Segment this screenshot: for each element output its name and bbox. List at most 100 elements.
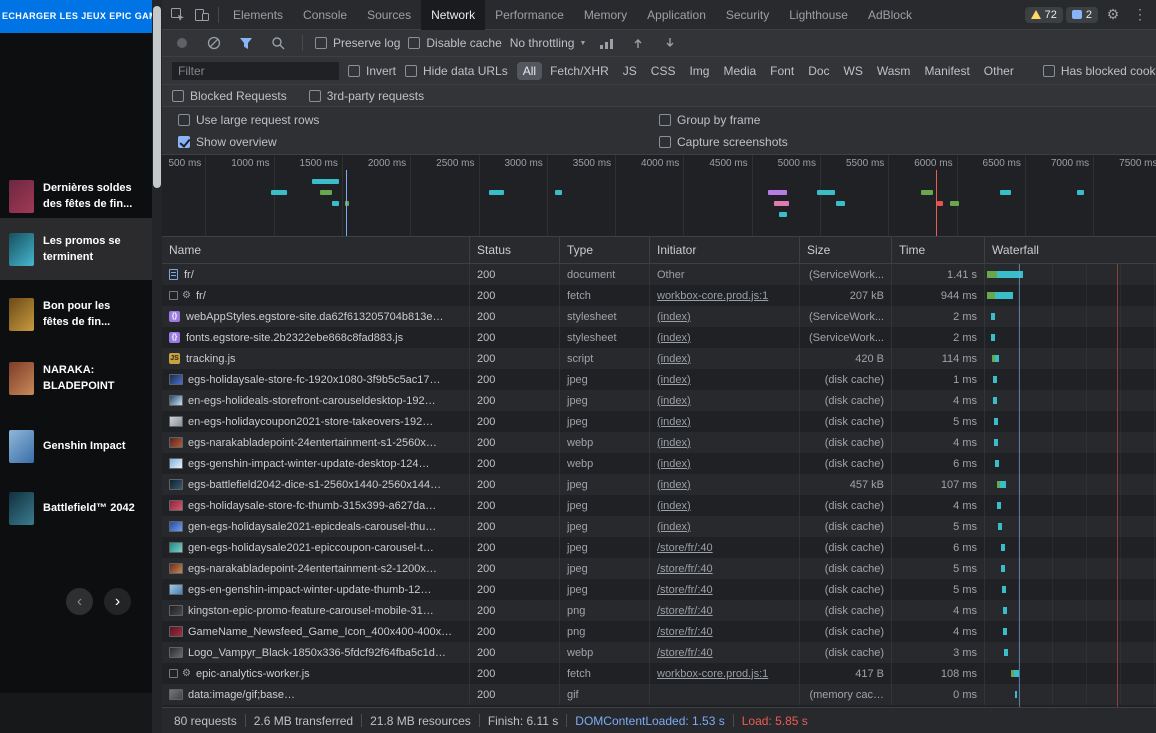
network-request-row[interactable]: gen-egs-holidaysale2021-epiccoupon-carou… [162,537,1156,558]
request-initiator[interactable]: /store/fr/:40 [657,542,713,554]
invert-checkbox[interactable]: Invert [348,64,396,78]
filter-category-doc[interactable]: Doc [802,62,835,80]
network-request-row[interactable]: kingston-epic-promo-feature-carousel-mob… [162,600,1156,621]
network-request-row[interactable]: en-egs-holideals-storefront-carouseldesk… [162,390,1156,411]
filter-category-manifest[interactable]: Manifest [918,62,975,80]
tab-sources[interactable]: Sources [357,0,421,30]
column-header-size[interactable]: Size [800,237,892,263]
hide-data-urls-checkbox[interactable]: Hide data URLs [405,64,508,78]
network-conditions-icon[interactable] [594,31,618,55]
request-initiator[interactable]: workbox-core.prod.js:1 [657,290,768,302]
column-header-initiator[interactable]: Initiator [650,237,800,263]
network-request-row[interactable]: data:image/gif;base…200gif(memory cac…0 … [162,684,1156,705]
request-initiator[interactable]: (index) [657,479,691,491]
show-overview-checkbox[interactable]: Show overview [178,135,659,149]
request-initiator[interactable]: /store/fr/:40 [657,626,713,638]
network-request-row[interactable]: egs-holidaysale-store-fc-thumb-315x399-a… [162,495,1156,516]
column-header-name[interactable]: Name [162,237,470,263]
filter-category-fetch-xhr[interactable]: Fetch/XHR [544,62,615,80]
featured-game-item[interactable]: Battlefield™ 2042 [0,486,152,530]
tab-application[interactable]: Application [637,0,716,30]
warnings-badge[interactable]: 72 [1025,7,1063,23]
network-request-row[interactable]: JStracking.js200script(index)420 B114 ms [162,348,1156,369]
tab-lighthouse[interactable]: Lighthouse [779,0,858,30]
device-toolbar-icon[interactable] [190,3,214,27]
throttling-select[interactable]: No throttling ▼ [510,36,587,50]
network-request-row[interactable]: {}fonts.egstore-site.2b2322ebe868c8fad88… [162,327,1156,348]
group-by-frame-checkbox[interactable]: Group by frame [659,113,1140,127]
filter-category-js[interactable]: JS [617,62,643,80]
network-request-row[interactable]: Logo_Vampyr_Black-1850x336-5fdcf92f64fba… [162,642,1156,663]
use-large-request-rows-checkbox[interactable]: Use large request rows [178,113,659,127]
request-initiator[interactable]: /store/fr/:40 [657,563,713,575]
third-party-requests-checkbox[interactable]: 3rd-party requests [309,89,424,103]
featured-game-item[interactable]: Bon pour lesfêtes de fin... [0,288,152,340]
filter-category-other[interactable]: Other [978,62,1020,80]
featured-game-item[interactable]: NARAKA:BLADEPOINT [0,352,152,404]
featured-game-item[interactable]: Dernières soldesdes fêtes de fin... [0,170,152,222]
request-initiator[interactable]: (index) [657,332,691,344]
filter-input[interactable] [172,62,339,80]
tab-network[interactable]: Network [421,0,485,30]
network-overview-timeline[interactable]: 500 ms1000 ms1500 ms2000 ms2500 ms3000 m… [162,155,1156,237]
filter-category-css[interactable]: CSS [645,62,682,80]
tab-adblock[interactable]: AdBlock [858,0,922,30]
tab-memory[interactable]: Memory [574,0,637,30]
filter-category-wasm[interactable]: Wasm [871,62,917,80]
network-request-row[interactable]: ⚙fr/200fetchworkbox-core.prod.js:1207 kB… [162,285,1156,306]
filter-category-ws[interactable]: WS [838,62,869,80]
tab-console[interactable]: Console [293,0,357,30]
network-request-row[interactable]: ⚙epic-analytics-worker.js200fetchworkbox… [162,663,1156,684]
network-request-row[interactable]: egs-holidaysale-store-fc-1920x1080-3f9b5… [162,369,1156,390]
carousel-next-button[interactable]: › [104,588,131,615]
filter-category-all[interactable]: All [517,62,542,80]
request-initiator[interactable]: (index) [657,395,691,407]
network-request-row[interactable]: egs-narakabladepoint-24entertainment-s2-… [162,558,1156,579]
request-initiator[interactable]: workbox-core.prod.js:1 [657,668,768,680]
capture-screenshots-checkbox[interactable]: Capture screenshots [659,135,1140,149]
filter-category-media[interactable]: Media [717,62,762,80]
column-header-waterfall[interactable]: Waterfall [985,237,1156,263]
request-initiator[interactable]: /store/fr/:40 [657,584,713,596]
column-header-type[interactable]: Type [560,237,650,263]
request-initiator[interactable]: (index) [657,353,691,365]
network-request-row[interactable]: egs-narakabladepoint-24entertainment-s1-… [162,432,1156,453]
page-scrollbar[interactable] [152,0,162,733]
network-request-row[interactable]: {}webAppStyles.egstore-site.da62f6132057… [162,306,1156,327]
has-blocked-cookies-checkbox[interactable]: Has blocked cookies [1043,64,1156,78]
settings-gear-icon[interactable]: ⚙ [1101,3,1125,27]
more-options-icon[interactable]: ⋮ [1128,3,1152,27]
request-initiator[interactable]: (index) [657,458,691,470]
column-header-status[interactable]: Status [470,237,560,263]
blocked-requests-checkbox[interactable]: Blocked Requests [172,89,287,103]
featured-game-item[interactable]: Genshin Impact [0,424,152,468]
export-har-icon[interactable] [658,31,682,55]
record-network-log-button[interactable] [170,31,194,55]
network-request-row[interactable]: gen-egs-holidaysale2021-epicdeals-carous… [162,516,1156,537]
network-request-row[interactable]: fr/200documentOther(ServiceWork...1.41 s [162,264,1156,285]
filter-category-img[interactable]: Img [683,62,715,80]
carousel-prev-button[interactable]: ‹ [66,588,93,615]
request-initiator[interactable]: (index) [657,374,691,386]
disable-cache-checkbox[interactable]: Disable cache [408,36,501,50]
clear-network-log-button[interactable] [202,31,226,55]
import-har-icon[interactable] [626,31,650,55]
request-initiator[interactable]: /store/fr/:40 [657,605,713,617]
network-request-row[interactable]: egs-battlefield2042-dice-s1-2560x1440-25… [162,474,1156,495]
inspect-element-icon[interactable] [166,3,190,27]
tab-elements[interactable]: Elements [223,0,293,30]
featured-game-item[interactable]: Les promos seterminent [0,218,152,280]
network-request-row[interactable]: egs-en-genshin-impact-winter-update-thum… [162,579,1156,600]
filter-toggle-icon[interactable] [234,31,258,55]
tab-performance[interactable]: Performance [485,0,574,30]
request-initiator[interactable]: (index) [657,311,691,323]
request-initiator[interactable]: (index) [657,416,691,428]
issues-badge[interactable]: 2 [1066,7,1098,23]
request-initiator[interactable]: /store/fr/:40 [657,647,713,659]
column-header-time[interactable]: Time [892,237,985,263]
scrollbar-thumb[interactable] [153,6,161,188]
preserve-log-checkbox[interactable]: Preserve log [315,36,400,50]
search-icon[interactable] [266,31,290,55]
tab-security[interactable]: Security [716,0,779,30]
request-initiator[interactable]: (index) [657,500,691,512]
